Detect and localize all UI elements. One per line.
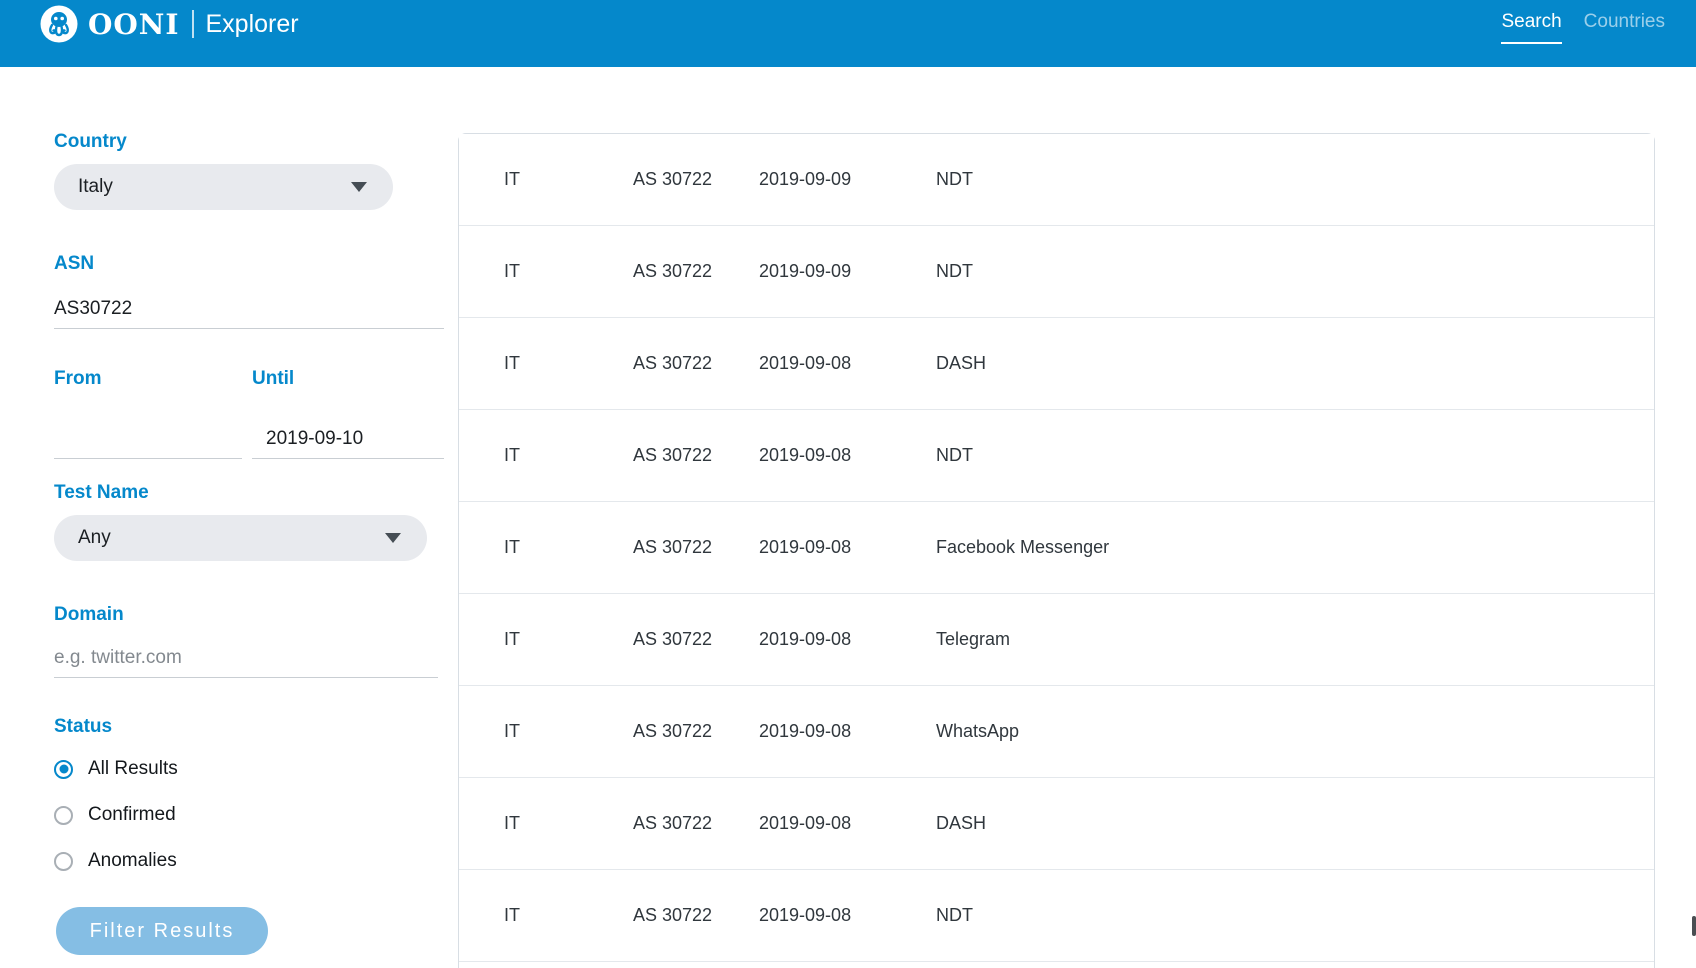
country-select[interactable]: Italy	[54, 164, 393, 210]
result-asn: AS 30722	[633, 261, 759, 282]
from-label: From	[54, 368, 242, 390]
app-header: OONI Explorer Search Countries	[0, 0, 1696, 67]
country-code: IT	[504, 169, 541, 190]
domain-filter-section: Domain	[54, 604, 438, 678]
result-asn: AS 30722	[633, 813, 759, 834]
radio-icon[interactable]	[54, 852, 73, 871]
result-row[interactable]: IT AS 30722 2019-09-08 DASH	[459, 778, 1654, 870]
country-code: IT	[504, 445, 541, 466]
country-label: Country	[54, 131, 393, 153]
domain-label: Domain	[54, 604, 438, 626]
asn-label: ASN	[54, 253, 444, 275]
country-code: IT	[504, 629, 541, 650]
result-date: 2019-09-09	[759, 261, 936, 282]
product-name: Explorer	[205, 10, 298, 39]
testname-select-value: Any	[78, 527, 111, 549]
ooni-logo[interactable]: OONI Explorer	[40, 5, 299, 43]
result-row-partial	[459, 962, 1654, 968]
until-date-column: Until	[252, 368, 444, 459]
testname-filter-section: Test Name Any	[54, 482, 427, 561]
result-date: 2019-09-08	[759, 721, 936, 742]
result-date: 2019-09-09	[759, 169, 936, 190]
results-card: IT AS 30722 2019-09-09 NDT IT AS 30722 2…	[458, 133, 1655, 968]
nav-tab-search[interactable]: Search	[1501, 11, 1561, 44]
status-option-label: Confirmed	[88, 804, 176, 826]
country-code: IT	[504, 537, 541, 558]
result-test-name: NDT	[936, 445, 1654, 466]
result-asn: AS 30722	[633, 721, 759, 742]
country-filter-section: Country Italy	[54, 131, 393, 210]
result-test-name: NDT	[936, 905, 1654, 926]
country-code: IT	[504, 261, 541, 282]
result-date: 2019-09-08	[759, 813, 936, 834]
asn-filter-section: ASN	[54, 253, 444, 329]
chevron-down-icon	[385, 533, 401, 543]
brand-name: OONI	[88, 8, 179, 41]
result-date: 2019-09-08	[759, 537, 936, 558]
result-row[interactable]: IT AS 30722 2019-09-08 DASH	[459, 318, 1654, 410]
result-test-name: WhatsApp	[936, 721, 1654, 742]
result-row[interactable]: IT AS 30722 2019-09-09 NDT	[459, 134, 1654, 226]
result-row[interactable]: IT AS 30722 2019-09-08 NDT	[459, 870, 1654, 962]
result-asn: AS 30722	[633, 629, 759, 650]
testname-label: Test Name	[54, 482, 427, 504]
result-asn: AS 30722	[633, 537, 759, 558]
result-asn: AS 30722	[633, 169, 759, 190]
result-row[interactable]: IT AS 30722 2019-09-08 Telegram	[459, 594, 1654, 686]
status-label: Status	[54, 716, 444, 738]
asn-input[interactable]	[54, 289, 444, 329]
result-date: 2019-09-08	[759, 905, 936, 926]
from-date-input[interactable]	[54, 419, 242, 459]
status-option-label: All Results	[88, 758, 178, 780]
status-filter-section: Status All Results Confirmed Anomalies	[54, 716, 444, 876]
country-code: IT	[504, 905, 541, 926]
results-list: IT AS 30722 2019-09-09 NDT IT AS 30722 2…	[459, 134, 1654, 962]
page: OONI Explorer Search Countries Country I…	[0, 0, 1696, 968]
status-option-all-results[interactable]: All Results	[54, 754, 444, 784]
domain-input[interactable]	[54, 638, 438, 678]
octopus-icon	[40, 5, 78, 43]
country-code: IT	[504, 353, 541, 374]
status-option-label: Anomalies	[88, 850, 177, 872]
result-test-name: NDT	[936, 261, 1654, 282]
result-test-name: Telegram	[936, 629, 1654, 650]
testname-select[interactable]: Any	[54, 515, 427, 561]
result-test-name: DASH	[936, 813, 1654, 834]
result-date: 2019-09-08	[759, 445, 936, 466]
result-test-name: DASH	[936, 353, 1654, 374]
radio-icon[interactable]	[54, 806, 73, 825]
result-row[interactable]: IT AS 30722 2019-09-08 WhatsApp	[459, 686, 1654, 778]
result-asn: AS 30722	[633, 905, 759, 926]
status-option-anomalies[interactable]: Anomalies	[54, 846, 444, 876]
until-date-input[interactable]	[252, 419, 444, 459]
chevron-down-icon	[351, 182, 367, 192]
header-nav: Search Countries	[1501, 11, 1665, 44]
result-row[interactable]: IT AS 30722 2019-09-09 NDT	[459, 226, 1654, 318]
scrollbar-thumb[interactable]	[1692, 916, 1696, 936]
result-asn: AS 30722	[633, 445, 759, 466]
nav-tab-countries[interactable]: Countries	[1584, 11, 1665, 33]
result-row[interactable]: IT AS 30722 2019-09-08 NDT	[459, 410, 1654, 502]
status-option-confirmed[interactable]: Confirmed	[54, 800, 444, 830]
from-date-column: From	[54, 368, 242, 459]
country-code: IT	[504, 721, 541, 742]
filter-results-button[interactable]: Filter Results	[56, 907, 268, 955]
radio-icon[interactable]	[54, 760, 73, 779]
result-date: 2019-09-08	[759, 629, 936, 650]
result-date: 2019-09-08	[759, 353, 936, 374]
country-code: IT	[504, 813, 541, 834]
country-select-value: Italy	[78, 176, 113, 198]
result-test-name: Facebook Messenger	[936, 537, 1654, 558]
brand-separator	[192, 10, 194, 38]
result-row[interactable]: IT AS 30722 2019-09-08 Facebook Messenge…	[459, 502, 1654, 594]
result-test-name: NDT	[936, 169, 1654, 190]
until-label: Until	[252, 368, 444, 390]
result-asn: AS 30722	[633, 353, 759, 374]
